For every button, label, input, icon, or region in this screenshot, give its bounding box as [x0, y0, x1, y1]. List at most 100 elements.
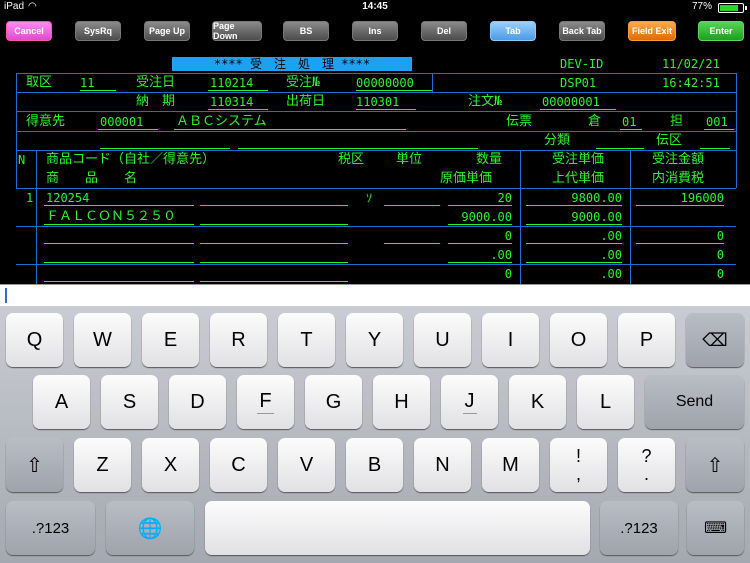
key-l[interactable]: L	[577, 375, 634, 429]
globe-icon: 🌐	[137, 517, 163, 540]
staff-field[interactable]: 001	[706, 115, 728, 129]
line1-code[interactable]: 120254	[46, 191, 89, 205]
key-w[interactable]: W	[74, 313, 131, 367]
order-date-field[interactable]: 110214	[210, 76, 253, 90]
col-tax: 税区	[338, 152, 365, 167]
order-no-field[interactable]: 00000000	[356, 76, 414, 90]
po-no-label: 注文№	[468, 94, 502, 109]
key-d[interactable]: D	[169, 375, 226, 429]
key-f[interactable]: F	[237, 375, 294, 429]
key-f-label: F	[257, 390, 274, 414]
key-u[interactable]: U	[414, 313, 471, 367]
page-up-button[interactable]: Page Up	[144, 21, 190, 41]
numbers-key-right[interactable]: .?123	[600, 501, 678, 555]
line3-qty[interactable]: 0	[446, 267, 512, 281]
line2-tax[interactable]: 0	[634, 248, 724, 262]
numbers-key-left[interactable]: .?123	[6, 501, 95, 555]
torikubun-field[interactable]: 11	[80, 76, 94, 90]
key-k[interactable]: K	[509, 375, 566, 429]
screen-title: **** 受 注 処 理 ****	[172, 57, 412, 71]
col-order-price: 受注単価	[552, 152, 605, 167]
due-date-label: 納 期	[136, 94, 176, 109]
key-v[interactable]: V	[278, 438, 335, 492]
col-unit: 単位	[396, 152, 423, 167]
shift-left-key[interactable]: ⇧	[6, 438, 63, 492]
key-z[interactable]: Z	[74, 438, 131, 492]
enter-button[interactable]: Enter	[698, 21, 744, 41]
key-n[interactable]: N	[414, 438, 471, 492]
line2-cost[interactable]: .00	[446, 248, 512, 262]
field-exit-button[interactable]: Field Exit	[628, 21, 676, 41]
ins-button[interactable]: Ins	[352, 21, 398, 41]
line1-retail[interactable]: 9000.00	[526, 210, 622, 224]
key-o[interactable]: O	[550, 313, 607, 367]
space-key[interactable]	[205, 501, 590, 555]
key-y[interactable]: Y	[346, 313, 403, 367]
key-j-label: J	[462, 390, 477, 414]
order-no-label: 受注№	[286, 75, 320, 90]
screen-clock: 16:42:51	[662, 76, 720, 90]
line2-qty[interactable]: 0	[446, 229, 512, 243]
page-down-button[interactable]: Page Down	[212, 21, 262, 41]
bs-button[interactable]: BS	[283, 21, 329, 41]
staff-label: 担	[670, 114, 684, 129]
category-label: 分類	[544, 133, 571, 148]
key-m[interactable]: M	[482, 438, 539, 492]
key-g[interactable]: G	[305, 375, 362, 429]
key-h[interactable]: H	[373, 375, 430, 429]
warehouse-field[interactable]: 01	[622, 115, 636, 129]
key-i[interactable]: I	[482, 313, 539, 367]
po-no-field[interactable]: 00000001	[542, 95, 600, 109]
key-x[interactable]: X	[142, 438, 199, 492]
text-input-bar[interactable]	[0, 284, 750, 306]
terminal-screen[interactable]: **** 受 注 処 理 **** DEV-ID 11/02/21 取区 11 …	[0, 47, 750, 284]
backspace-key[interactable]: ⌫	[686, 313, 744, 367]
back-tab-button[interactable]: Back Tab	[559, 21, 605, 41]
ship-date-field[interactable]: 110301	[356, 95, 399, 109]
status-time: 14:45	[362, 1, 388, 12]
key-b[interactable]: B	[346, 438, 403, 492]
shift-right-key[interactable]: ⇧	[686, 438, 744, 492]
tab-button[interactable]: Tab	[490, 21, 536, 41]
del-button[interactable]: Del	[421, 21, 467, 41]
line1-name[interactable]: ＦＡＬＣＯＮ５２５０	[46, 210, 176, 224]
sysrq-button[interactable]: SysRq	[75, 21, 121, 41]
key-c[interactable]: C	[210, 438, 267, 492]
due-date-field[interactable]: 110314	[210, 95, 253, 109]
line1-cost[interactable]: 9000.00	[426, 210, 512, 224]
status-bar: iPad ◠ 14:45 77%	[0, 0, 750, 15]
line3-amount[interactable]: 0	[634, 267, 724, 281]
key-question-period[interactable]: ?.	[618, 438, 675, 492]
warehouse-label: 倉	[588, 114, 602, 129]
hide-keyboard-key[interactable]: ⌨	[687, 501, 744, 555]
torikubun-label: 取区	[26, 75, 53, 90]
send-key[interactable]: Send	[645, 375, 744, 429]
key-exclaim-comma[interactable]: !,	[550, 438, 607, 492]
customer-label: 得意先	[26, 114, 66, 129]
key-p[interactable]: P	[618, 313, 675, 367]
line2-retail[interactable]: .00	[526, 248, 622, 262]
key-j[interactable]: J	[441, 375, 498, 429]
line1-no: 1	[26, 191, 34, 205]
line3-price[interactable]: .00	[526, 267, 622, 281]
line1-tax[interactable]: ｿ	[366, 191, 372, 205]
app: iPad ◠ 14:45 77% Cancel SysRq Page Up Pa…	[0, 0, 750, 563]
line2-price[interactable]: .00	[526, 229, 622, 243]
key-q[interactable]: Q	[6, 313, 63, 367]
col-qty: 数量	[476, 152, 503, 167]
key-question-top: ?	[641, 446, 652, 466]
col-retail: 上代単価	[552, 171, 605, 186]
order-date-label: 受注日	[136, 75, 176, 90]
key-s[interactable]: S	[101, 375, 158, 429]
line2-amount[interactable]: 0	[634, 229, 724, 243]
key-r[interactable]: R	[210, 313, 267, 367]
line1-price[interactable]: 9800.00	[526, 191, 622, 205]
cancel-button[interactable]: Cancel	[6, 21, 52, 41]
line1-qty[interactable]: 20	[446, 191, 512, 205]
key-t[interactable]: T	[278, 313, 335, 367]
customer-code-field[interactable]: 000001	[100, 115, 143, 129]
key-e[interactable]: E	[142, 313, 199, 367]
key-a[interactable]: A	[33, 375, 90, 429]
globe-key[interactable]: 🌐	[106, 501, 194, 555]
line1-amount[interactable]: 196000	[634, 191, 724, 205]
